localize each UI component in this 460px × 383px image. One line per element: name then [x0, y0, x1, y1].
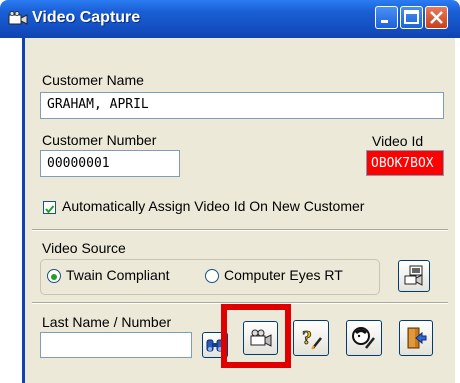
video-capture-window: Video Capture Customer Name GRAHAM, APRI… — [0, 0, 460, 383]
search-input[interactable] — [40, 332, 192, 358]
close-icon — [430, 11, 443, 24]
customer-number-field[interactable]: 00000001 — [40, 150, 180, 177]
minimize-button[interactable] — [375, 6, 398, 29]
auto-assign-checkbox[interactable] — [43, 201, 56, 214]
svg-text:?: ? — [302, 327, 312, 349]
search-label: Last Name / Number — [42, 314, 172, 330]
radio-twain-compliant[interactable] — [47, 269, 61, 283]
user-help-icon — [352, 327, 375, 349]
title-bar[interactable]: Video Capture — [0, 0, 460, 38]
radio-twain-label: Twain Compliant — [66, 267, 170, 283]
radio-computer-eyes-rt[interactable] — [205, 269, 219, 283]
checkmark-icon — [45, 205, 55, 214]
radio-dot-icon — [51, 274, 57, 280]
camera-settings-icon — [404, 265, 423, 286]
minimize-icon — [381, 20, 388, 23]
window-title: Video Capture — [32, 9, 141, 26]
help-icon: ? — [302, 327, 322, 350]
video-camera-icon — [8, 11, 28, 25]
customer-number-label: Customer Number — [42, 132, 157, 148]
video-id-field: OBOK7BOX — [366, 150, 444, 176]
customer-name-label: Customer Name — [42, 72, 144, 88]
radio-computer-eyes-label: Computer Eyes RT — [224, 267, 343, 283]
exit-icon — [407, 327, 427, 349]
video-source-label: Video Source — [42, 240, 126, 256]
maximize-icon — [404, 10, 419, 24]
divider — [32, 229, 448, 231]
video-id-label: Video Id — [372, 133, 424, 149]
auto-assign-label: Automatically Assign Video Id On New Cus… — [62, 198, 365, 214]
customer-help-button[interactable] — [346, 320, 382, 356]
close-button[interactable] — [425, 6, 448, 29]
exit-button[interactable] — [399, 320, 433, 356]
source-settings-button[interactable] — [398, 260, 430, 292]
customer-name-field[interactable]: GRAHAM, APRIL — [40, 92, 444, 119]
capture-button-highlight — [221, 304, 291, 368]
maximize-button[interactable] — [400, 6, 423, 29]
help-button[interactable]: ? — [293, 320, 329, 356]
